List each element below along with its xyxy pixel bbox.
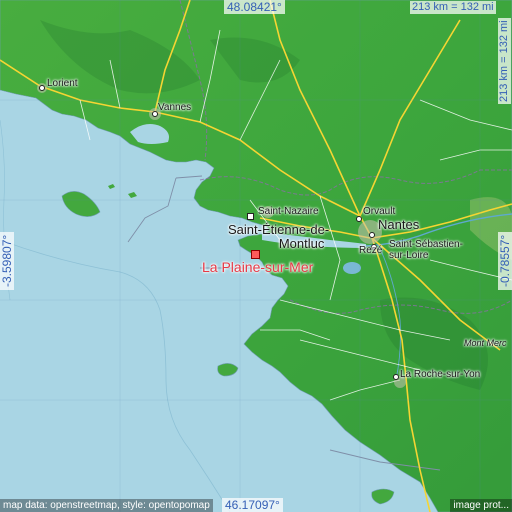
place-label[interactable]: La Plaine-sur-Mer [202, 259, 313, 275]
map-canvas[interactable]: Lorient Vannes Saint-Étienne-de- Montluc … [0, 0, 512, 512]
saint-nazaire-marker [247, 213, 254, 220]
coord-east: -0.78557° [498, 231, 512, 290]
nantes-marker [369, 232, 375, 238]
saint-sebastien-line-2: sur-Loire [389, 249, 429, 261]
place-marker[interactable] [251, 250, 260, 259]
lorient-marker [39, 85, 45, 91]
city-label-nantes[interactable]: Nantes [378, 218, 419, 232]
coord-west: -3.59807° [0, 231, 14, 290]
city-label-orvault[interactable]: Orvault [363, 206, 395, 218]
saint-sebastien-line-1: Saint-Sébastien- [389, 239, 463, 250]
la-roche-sur-yon-marker [393, 374, 399, 380]
city-label-mont-merc[interactable]: Mont Merc [464, 338, 507, 348]
city-label-saint-etienne-de-montluc[interactable]: Saint-Étienne-de- Montluc [228, 223, 329, 250]
scale-horizontal: 213 km = 132 mi [410, 1, 496, 14]
city-label-reze[interactable]: Rezé [359, 245, 382, 257]
city-label-lorient[interactable]: Lorient [47, 78, 78, 90]
orvault-marker [356, 216, 362, 222]
coord-south: 46.17097° [222, 498, 283, 512]
saint-etienne-line-2: Montluc [278, 235, 325, 251]
city-label-saint-sebastien-sur-loire[interactable]: Saint-Sébastien-sur-Loire [389, 239, 463, 261]
city-label-saint-nazaire[interactable]: Saint-Nazaire [258, 206, 319, 218]
scale-vertical: 213 km = 132 mi [498, 18, 511, 104]
image-credit: image prot... [450, 499, 512, 512]
map-attribution: map data: openstreetmap, style: opentopo… [0, 499, 213, 512]
city-label-vannes[interactable]: Vannes [158, 102, 191, 114]
city-label-la-roche-sur-yon[interactable]: La Roche-sur-Yon [400, 369, 480, 381]
saint-etienne-line-1: Saint-Étienne-de- [228, 222, 330, 237]
lake-grand-lieu [343, 262, 361, 274]
coord-north: 48.08421° [224, 0, 285, 14]
